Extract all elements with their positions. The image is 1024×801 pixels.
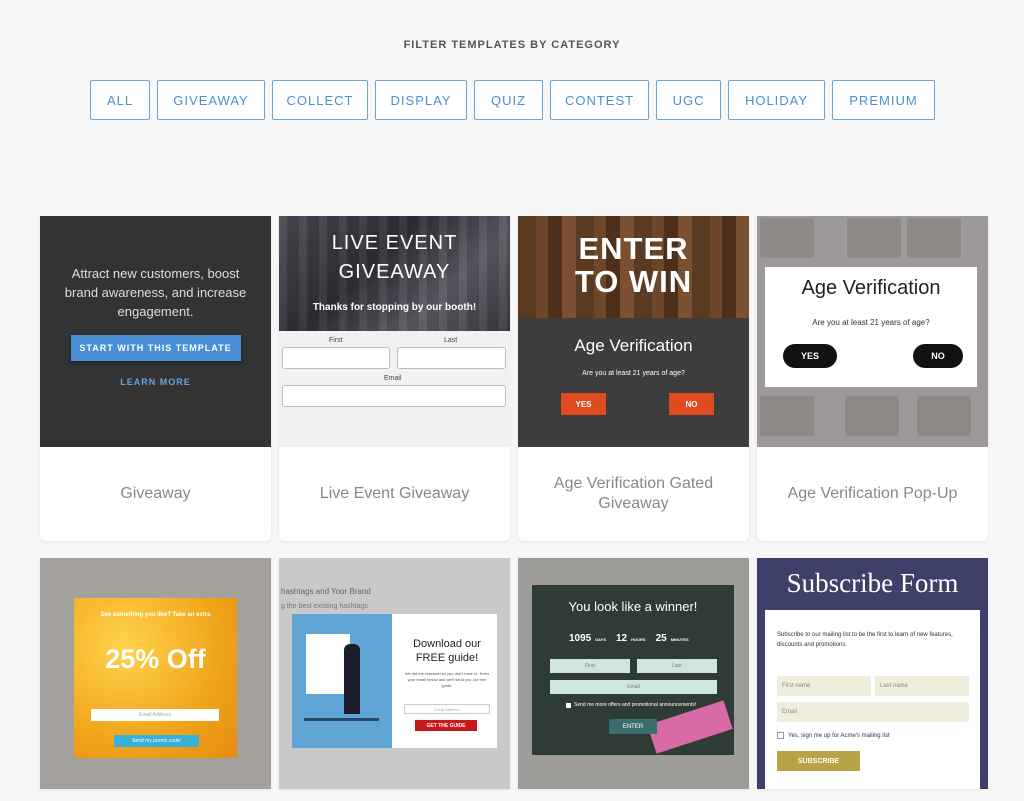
filter-holiday-button[interactable]: HOLIDAY xyxy=(728,80,825,120)
preview-question: Are you at least 21 years of age? xyxy=(582,370,685,377)
filter-bar: ALL GIVEAWAY COLLECT DISPLAY QUIZ CONTES… xyxy=(90,80,935,120)
shopping-bag-image xyxy=(647,700,733,754)
preview-heading: Age Verification xyxy=(801,277,941,299)
template-thumbnail: Subscribe Form Subscribe to our mailing … xyxy=(757,558,988,789)
preview-top-text: See something you like? Take an extra xyxy=(100,612,211,618)
template-hover-overlay: Attract new customers, boost brand aware… xyxy=(40,216,271,447)
filter-heading: FILTER TEMPLATES BY CATEGORY xyxy=(403,39,621,51)
template-title: Live Event Giveaway xyxy=(319,485,470,502)
preview-modal: You look like a winner! 1095 DAYS 12 HOURS… xyxy=(532,585,734,755)
filter-premium-button[interactable]: PREMIUM xyxy=(832,80,935,120)
start-template-button[interactable]: START WITH THIS TEMPLATE xyxy=(70,335,241,361)
filter-display-button[interactable]: DISPLAY xyxy=(375,80,467,120)
template-gallery: FILTER TEMPLATES BY CATEGORY ALL GIVEAWA… xyxy=(0,0,1024,801)
preview-promo-box: See something you like? Take an extra 25… xyxy=(74,598,237,758)
preview-illustration xyxy=(292,614,392,748)
template-card-age-popup[interactable]: Age Verification Are you at least 21 yea… xyxy=(757,216,988,541)
preview-body: We did the research so you don't have to… xyxy=(404,671,490,688)
preview-first-input: First xyxy=(550,659,630,673)
template-thumbnail: You look like a winner! 1095 DAYS 12 HOURS… xyxy=(518,558,749,789)
preview-send-button: Send my promo code! xyxy=(114,735,199,747)
template-thumbnail: Age Verification Are you at least 21 yea… xyxy=(757,216,988,447)
filter-contest-button[interactable]: CONTEST xyxy=(550,80,649,120)
filter-giveaway-button[interactable]: GIVEAWAY xyxy=(157,80,265,120)
preview-heading-line1: LIVE EVENT xyxy=(331,232,458,254)
preview-yes-button: YES xyxy=(561,393,606,415)
preview-modal: Age Verification Are you at least 21 yea… xyxy=(765,267,977,387)
template-thumbnail: See something you like? Take an extra 25… xyxy=(40,558,271,789)
preview-heading: You look like a winner! xyxy=(568,599,698,614)
last-label: Last xyxy=(444,337,458,344)
preview-no-button: NO xyxy=(913,344,963,368)
preview-subheading: Thanks for stopping by our booth! xyxy=(312,302,477,313)
preview-question: Are you at least 21 years of age? xyxy=(812,318,930,327)
preview-no-button: NO xyxy=(669,393,714,415)
preview-subscribe-button: SUBSCRIBE xyxy=(777,751,860,771)
preview-heading-line2: GIVEAWAY xyxy=(338,261,451,283)
preview-last-input: Last xyxy=(637,659,717,673)
preview-heading: Age Verification xyxy=(574,336,693,355)
email-field xyxy=(282,385,506,407)
filter-quiz-button[interactable]: QUIZ xyxy=(474,80,543,120)
first-field xyxy=(282,347,390,369)
learn-more-link[interactable]: LEARN MORE xyxy=(120,377,191,387)
bg-article-heading: hashtags and Your Brand xyxy=(281,587,371,596)
template-card-download-guide[interactable]: hashtags and Your Brand g the best exist… xyxy=(279,558,510,789)
preview-checkbox-row: Yes, sign me up for Acme's mailing list xyxy=(777,732,890,739)
preview-first-input: First name xyxy=(777,676,871,696)
filter-collect-button[interactable]: COLLECT xyxy=(272,80,368,120)
preview-enter-line2: TO WIN xyxy=(574,264,693,299)
template-thumbnail: LIVE EVENT GIVEAWAY Thanks for stopping … xyxy=(279,216,510,447)
preview-countdown: 1095 DAYS 12 HOURS 25 MINUTES xyxy=(569,633,689,644)
template-card-countdown-contest[interactable]: You look like a winner! 1095 DAYS 12 HOURS… xyxy=(518,558,749,789)
template-title: Age Verification Gated Giveaway xyxy=(553,475,714,512)
filter-all-button[interactable]: ALL xyxy=(90,80,150,120)
preview-email-input: Email xyxy=(777,702,969,722)
template-thumbnail: ENTER TO WIN Age Verification Are you at… xyxy=(518,216,749,447)
template-thumbnail: hashtags and Your Brand g the best exist… xyxy=(279,558,510,789)
email-label: Email xyxy=(384,375,402,382)
preview-heading: Subscribe Form xyxy=(786,568,959,598)
preview-form: Subscribe to our mailing list to be the … xyxy=(765,610,980,789)
bg-article-subheading: g the best existing hashtags xyxy=(281,603,368,610)
preview-offer: 25% Off xyxy=(105,644,206,674)
preview-dark-panel: Age Verification Are you at least 21 yea… xyxy=(518,318,749,447)
first-label: First xyxy=(329,337,343,344)
template-title: Giveaway xyxy=(120,485,191,502)
preview-enter-line1: ENTER xyxy=(578,231,689,266)
template-card-promo-code[interactable]: See something you like? Take an extra 25… xyxy=(40,558,271,789)
preview-modal: Download our FREE guide! We did the rese… xyxy=(292,614,497,748)
template-card-live-event-giveaway[interactable]: LIVE EVENT GIVEAWAY Thanks for stopping … xyxy=(279,216,510,541)
preview-last-input: Last name xyxy=(875,676,969,696)
template-description: Attract new customers, boost brand aware… xyxy=(64,266,247,319)
filter-ugc-button[interactable]: UGC xyxy=(656,80,721,120)
preview-heading-line2: FREE guide! xyxy=(415,652,479,664)
template-card-subscribe-form[interactable]: Subscribe Form Subscribe to our mailing … xyxy=(757,558,988,789)
preview-heading-line1: Download our xyxy=(413,638,481,650)
template-title: Age Verification Pop-Up xyxy=(787,485,958,502)
template-card-age-gated-giveaway[interactable]: ENTER TO WIN Age Verification Are you at… xyxy=(518,216,749,541)
preview-email-input: Email Address xyxy=(91,709,219,721)
preview-form: First Last Email xyxy=(279,331,510,447)
preview-email-input: Email xyxy=(550,680,717,694)
preview-email-input: Email Address xyxy=(404,704,490,714)
last-field xyxy=(397,347,506,369)
preview-guide-button: GET THE GUIDE xyxy=(415,720,477,731)
preview-yes-button: YES xyxy=(783,344,837,368)
preview-body: Subscribe to our mailing list to be the … xyxy=(777,632,953,648)
preview-checkbox-row: Send me more offers and promotional anno… xyxy=(566,702,696,708)
preview-enter-button: ENTER xyxy=(609,719,657,734)
template-card-giveaway[interactable]: Attract new customers, boost brand aware… xyxy=(40,216,271,541)
